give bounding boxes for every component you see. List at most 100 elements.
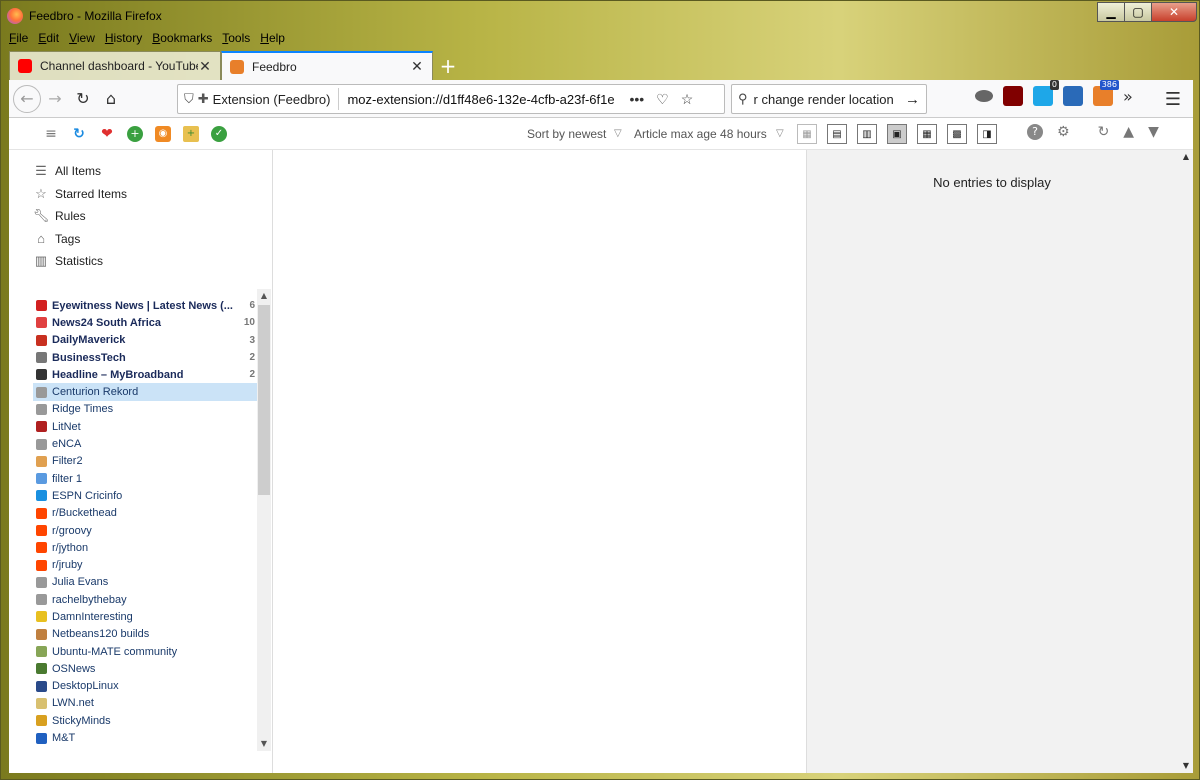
scroll-up-arrow-icon[interactable]: ▲ (257, 289, 271, 303)
url-text[interactable]: moz-extension://d1ff48e6-132e-4cfb-a23f-… (339, 92, 621, 107)
ghostery-icon[interactable]: 0 (1033, 80, 1059, 106)
empty-message: No entries to display (933, 175, 1051, 190)
feed-item[interactable]: Centurion Rekord (33, 383, 257, 401)
site-identity[interactable]: ⛉ ✚ Extension (Feedbro) (178, 88, 340, 110)
feed-item[interactable]: r/groovy (33, 522, 257, 539)
minimize-button[interactable]: ▁ (1097, 2, 1124, 22)
nav-starred-items[interactable]: ☆ Starred Items (33, 183, 272, 206)
feedbro-ext-icon[interactable]: 386 (1093, 80, 1119, 106)
feed-item[interactable]: Headline – MyBroadband 2 (33, 366, 257, 383)
title-bar[interactable]: Feedbro - Mozilla Firefox ▁ ▢ ✕ (1, 1, 1200, 31)
feed-item[interactable]: News24 South Africa 10 (33, 314, 257, 331)
feed-item[interactable]: Julia Evans (33, 574, 257, 591)
max-age-select[interactable]: Article max age 48 hours (634, 127, 767, 141)
menu-edit[interactable]: Edit (38, 31, 59, 49)
reload-button[interactable]: ↻ (69, 85, 97, 113)
maximize-button[interactable]: ▢ (1124, 2, 1151, 22)
feed-item[interactable]: Eyewitness News | Latest News (... 6 (33, 297, 257, 314)
add-folder-icon[interactable]: + (183, 125, 199, 142)
feed-item[interactable]: eNCA (33, 435, 257, 452)
chart-icon[interactable]: ▦ (797, 124, 817, 144)
scroll-down-icon[interactable]: ▼ (1148, 124, 1159, 140)
heart-icon[interactable]: ❤ (99, 126, 115, 142)
layout-three-pane-icon[interactable]: ▣ (887, 124, 907, 144)
menu-tools[interactable]: Tools (222, 31, 250, 49)
search-input[interactable]: r change render location (754, 92, 905, 107)
sort-select[interactable]: Sort by newest (527, 127, 606, 141)
menu-view[interactable]: View (69, 31, 95, 49)
layout-tiles-icon[interactable]: ▩ (947, 124, 967, 144)
menu-bookmarks[interactable]: Bookmarks (152, 31, 212, 49)
feed-list-scrollbar[interactable]: ▲ ▼ (257, 289, 271, 751)
refresh-feeds-icon[interactable]: ↻ (71, 126, 87, 142)
sidebar-ext-icon[interactable] (1063, 86, 1083, 106)
close-tab-icon[interactable]: ✕ (198, 58, 212, 75)
close-tab-icon[interactable]: ✕ (410, 58, 424, 75)
feed-item[interactable]: r/jython (33, 539, 257, 556)
add-feed-icon[interactable]: + (127, 125, 143, 142)
forward-button[interactable]: → (41, 85, 69, 113)
feed-item[interactable]: LWN.net (33, 695, 257, 712)
feed-item[interactable]: StickyMinds (33, 712, 257, 729)
tab-youtube[interactable]: Channel dashboard - YouTube ✕ (9, 51, 221, 80)
menu-history[interactable]: History (105, 31, 142, 49)
nav-all-items[interactable]: ☰ All Items (33, 160, 272, 183)
main-nav: ☰ All Items ☆ Starred Items 🔧︎ Rules ⌂ T… (9, 150, 272, 273)
nav-statistics[interactable]: ▥ Statistics (33, 250, 272, 273)
feed-item[interactable]: BusinessTech 2 (33, 349, 257, 366)
scroll-up-icon[interactable]: ▲ (1123, 124, 1134, 140)
nav-rules[interactable]: 🔧︎ Rules (33, 205, 272, 228)
scroll-down-arrow-icon[interactable]: ▼ (1179, 759, 1193, 773)
chevron-down-icon[interactable]: ▽ (776, 128, 784, 139)
rss-icon[interactable]: ◉ (155, 125, 171, 142)
help-icon[interactable]: ? (1027, 124, 1043, 140)
menu-lines-icon[interactable]: ≡ (43, 126, 59, 142)
layout-magazine-icon[interactable]: ◨ (977, 124, 997, 144)
layout-list-icon[interactable]: ▤ (827, 124, 847, 144)
search-bar[interactable]: ⚲ r change render location → (731, 84, 927, 114)
feed-item[interactable]: Netbeans120 builds (33, 626, 257, 643)
pocket-icon[interactable]: ♡ (656, 91, 669, 108)
layout-grid-icon[interactable]: ▦ (917, 124, 937, 144)
scroll-down-arrow-icon[interactable]: ▼ (257, 737, 271, 751)
feed-item[interactable]: Ubuntu-MATE community (33, 643, 257, 660)
feed-item[interactable]: Ridge Times (33, 401, 257, 418)
ublock-icon[interactable] (1003, 86, 1023, 106)
close-window-button[interactable]: ✕ (1151, 2, 1197, 22)
layout-full-icon[interactable]: ▥ (857, 124, 877, 144)
search-go-arrow-icon[interactable]: → (905, 91, 920, 108)
chevron-down-icon[interactable]: ▽ (614, 128, 622, 139)
feed-item[interactable]: DesktopLinux (33, 678, 257, 695)
feed-item[interactable]: DailyMaverick 3 (33, 332, 257, 349)
menu-file[interactable]: File (9, 31, 28, 49)
feed-item[interactable]: r/Buckethead (33, 505, 257, 522)
feed-item[interactable]: filter 1 (33, 470, 257, 487)
feed-item[interactable]: ESPN Cricinfo (33, 487, 257, 504)
home-button[interactable]: ⌂ (97, 85, 125, 113)
preview-scrollbar[interactable]: ▲ ▼ (1179, 150, 1193, 773)
overflow-chevron-icon[interactable]: » (1123, 87, 1133, 106)
feed-item[interactable]: DamnInteresting (33, 608, 257, 625)
page-actions-icon[interactable]: ••• (629, 91, 644, 108)
feed-item[interactable]: M&T (33, 729, 257, 746)
feed-favicon-icon (36, 611, 47, 623)
url-bar[interactable]: ⛉ ✚ Extension (Feedbro) moz-extension://… (177, 84, 725, 114)
scroll-up-arrow-icon[interactable]: ▲ (1179, 150, 1193, 164)
feed-item[interactable]: rachelbythebay (33, 591, 257, 608)
settings-gear-icon[interactable]: ⚙ (1057, 124, 1070, 140)
back-button[interactable]: ← (13, 84, 41, 113)
feed-item[interactable]: Filter2 (33, 453, 257, 470)
scrollbar-thumb[interactable] (258, 305, 270, 495)
mark-all-read-icon[interactable]: ✓ (211, 125, 227, 142)
hamburger-menu-icon[interactable]: ☰ (1165, 89, 1181, 110)
menu-help[interactable]: Help (260, 31, 285, 49)
reload-icon[interactable]: ↻ (1098, 124, 1110, 140)
feed-item[interactable]: r/jruby (33, 556, 257, 573)
feed-item[interactable]: LitNet (33, 418, 257, 435)
tab-feedbro[interactable]: Feedbro ✕ (221, 51, 433, 80)
mask-icon[interactable] (975, 90, 993, 102)
nav-tags[interactable]: ⌂ Tags (33, 228, 272, 251)
new-tab-button[interactable]: + (433, 52, 463, 80)
bookmark-star-icon[interactable]: ☆ (681, 91, 694, 108)
feed-item[interactable]: OSNews (33, 660, 257, 677)
